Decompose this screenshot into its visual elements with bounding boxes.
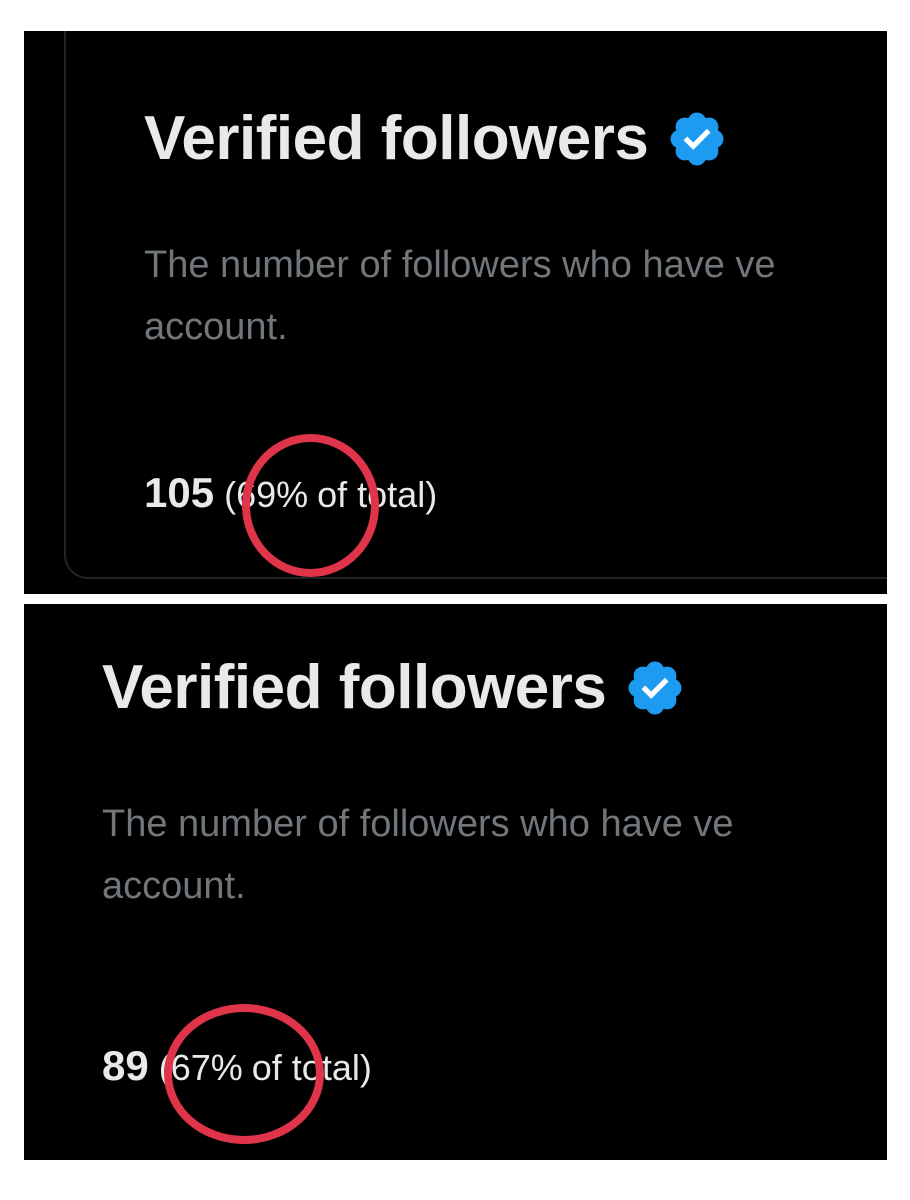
verified-count: 105 <box>144 469 215 516</box>
highlight-circle <box>164 1004 324 1144</box>
verified-count: 89 <box>102 1042 149 1089</box>
section-title: Verified followers <box>144 104 649 173</box>
section-header: Verified followers <box>144 103 728 174</box>
description-line: The number of followers who have ve <box>144 244 776 286</box>
section-description: The number of followers who have ve acco… <box>144 234 776 358</box>
verified-badge-icon <box>628 661 682 714</box>
section-description: The number of followers who have ve acco… <box>102 793 734 917</box>
verified-badge-icon <box>670 112 724 165</box>
description-line: account. <box>102 865 246 907</box>
screenshot-bottom: Verified followers The number of followe… <box>24 604 887 1160</box>
description-line: The number of followers who have ve <box>102 803 734 845</box>
screenshot-top: Verified followers The number of followe… <box>24 31 887 594</box>
highlight-circle <box>242 434 379 577</box>
description-line: account. <box>144 306 288 348</box>
section-header: Verified followers <box>102 652 686 723</box>
section-title: Verified followers <box>102 653 607 722</box>
